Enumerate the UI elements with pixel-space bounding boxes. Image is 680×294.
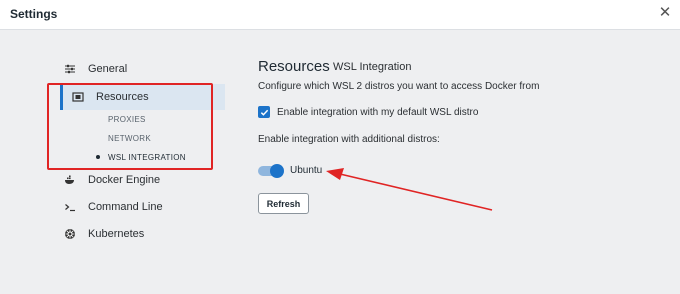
sidebar-item-label: Command Line xyxy=(88,201,163,213)
sidebar-item-docker-engine[interactable]: Docker Engine xyxy=(62,167,222,193)
page-title: Resources xyxy=(258,58,330,75)
annotation-highlight-box xyxy=(47,83,213,170)
terminal-icon xyxy=(62,199,78,215)
sidebar-item-command-line[interactable]: Command Line xyxy=(62,194,222,220)
whale-icon xyxy=(62,172,78,188)
close-icon[interactable]: ✕ xyxy=(656,4,674,22)
toggle-knob xyxy=(270,164,284,178)
title-bar: Settings ✕ xyxy=(0,0,680,30)
page-description: Configure which WSL 2 distros you want t… xyxy=(258,81,540,92)
helm-icon xyxy=(62,226,78,242)
window-title: Settings xyxy=(10,7,58,21)
sidebar-item-label: General xyxy=(88,63,128,75)
checkmark-icon xyxy=(260,109,268,116)
sidebar-item-general[interactable]: General xyxy=(62,56,222,82)
additional-distros-label: Enable integration with additional distr… xyxy=(258,134,440,145)
sidebar-item-kubernetes[interactable]: Kubernetes xyxy=(62,221,222,247)
ubuntu-label: Ubuntu xyxy=(290,165,323,176)
default-distro-label: Enable integration with my default WSL d… xyxy=(277,107,479,118)
sidebar-item-label: Docker Engine xyxy=(88,174,161,186)
ubuntu-toggle[interactable] xyxy=(258,164,284,178)
refresh-button[interactable]: Refresh xyxy=(258,193,309,214)
page-subtitle: WSL Integration xyxy=(333,61,412,73)
default-distro-checkbox[interactable] xyxy=(258,106,270,118)
sliders-icon xyxy=(62,61,78,77)
sidebar-item-label: Kubernetes xyxy=(88,228,145,240)
